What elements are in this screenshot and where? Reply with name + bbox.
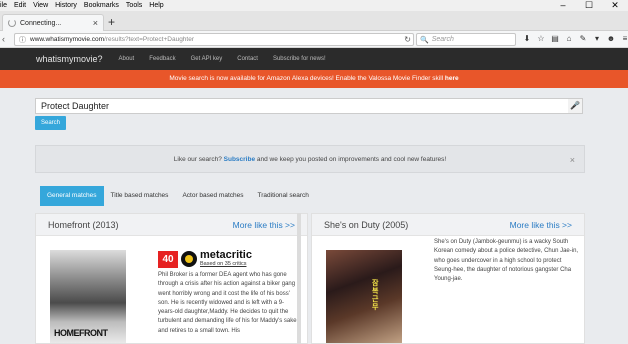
search-placeholder: Search [431,36,454,43]
site-info-icon[interactable]: ⓘ [19,35,26,45]
account-icon[interactable]: ☻ [604,34,618,43]
metascore-badge: 40 [158,250,178,268]
metacritic-logo-icon [181,251,197,267]
site-header: whatismymovie? About Feedback Get API ke… [0,48,628,70]
critics-count-link[interactable]: Based on 35 critics [200,261,252,268]
alexa-alert-banner: Movie search is now available for Amazon… [0,70,628,88]
result-header: Homefront (2013) More like this >> [36,214,307,236]
toolbar-icons: ⬇ ☆ ▤ ⌂ ✎ ▾ ☻ ≡ [520,34,628,43]
nav-get-api-key[interactable]: Get API key [191,56,223,62]
menu-history[interactable]: History [55,2,77,9]
nav-contact[interactable]: Contact [237,56,258,62]
plot-summary: She's on Duty (Jambok-geunmu) is a wacky… [434,239,579,283]
chevron-down-icon[interactable]: ▾ [590,34,604,43]
subscribe-link[interactable]: Subscribe [224,156,255,163]
nav-subscribe[interactable]: Subscribe for news! [273,56,326,62]
alert-link[interactable]: here [445,75,459,82]
search-icon: 🔍 [420,36,429,44]
menu-bar: ile Edit View History Bookmarks Tools He… [0,0,628,11]
maximize-button[interactable]: ☐ [576,0,602,11]
search-button[interactable]: Search [35,116,66,130]
browser-search-input[interactable]: 🔍 Search [416,33,516,46]
result-title[interactable]: Homefront (2013) [48,220,119,230]
tab-title: Connecting... [20,19,62,27]
tab-traditional-search[interactable]: Traditional search [251,186,316,206]
nav-about[interactable]: About [119,56,135,62]
navigation-bar: ‹ ⓘ www.whatismymovie.com /results?text=… [0,31,628,48]
poster-title: HOMEFRONT [54,328,108,338]
back-icon[interactable]: ‹ [2,34,5,44]
result-card: She's on Duty (2005) More like this >> 잠… [311,213,585,344]
nav-feedback[interactable]: Feedback [149,56,175,62]
match-tabs: General matches Title based matches Acto… [35,186,585,206]
result-title[interactable]: She's on Duty (2005) [324,220,408,230]
divider [297,213,301,344]
url-path: /results?text=Protect+Daughter [104,36,195,43]
menu-help[interactable]: Help [149,2,163,9]
subscribe-text-before: Like our search? [173,156,224,163]
metacritic-text: metacritic Based on 35 critics [200,250,252,268]
tab-bar: Connecting... × + [0,11,628,31]
metacritic-name: metacritic [200,249,252,261]
url-bar[interactable]: ⓘ www.whatismymovie.com /results?text=Pr… [14,33,414,46]
more-like-this-link[interactable]: More like this >> [233,220,295,230]
library-icon[interactable]: ▤ [548,34,562,43]
result-card: Homefront (2013) More like this >> HOMEF… [35,213,308,344]
subscribe-box: Like our search? Subscribe and we keep y… [35,145,585,173]
plot-summary: Phil Broker is a former DEA agent who ha… [158,272,297,334]
tab-general-matches[interactable]: General matches [40,186,104,206]
home-icon[interactable]: ⌂ [562,34,576,43]
reload-icon[interactable]: ↻ [404,35,411,44]
metacritic-rating: 40 metacritic Based on 35 critics [158,250,252,268]
new-tab-button[interactable]: + [108,15,115,29]
microphone-icon[interactable]: 🎤 [568,99,582,113]
pen-icon[interactable]: ✎ [576,34,590,43]
result-header: She's on Duty (2005) More like this >> [312,214,584,236]
tab-close-icon[interactable]: × [93,18,98,28]
window-controls: – ☐ ✕ [550,0,628,11]
menu-edit[interactable]: Edit [14,2,26,9]
site-logo[interactable]: whatismymovie? [36,54,103,64]
close-window-button[interactable]: ✕ [602,0,628,11]
movie-search-input[interactable]: Protect Daughter [35,98,583,114]
close-icon[interactable]: × [570,146,575,174]
url-host: www.whatismymovie.com [30,36,105,43]
tab-actor-based-matches[interactable]: Actor based matches [175,186,250,206]
download-icon[interactable]: ⬇ [520,34,534,43]
browser-tab[interactable]: Connecting... × [2,14,104,31]
poster-title: 잠복근무 [372,280,379,311]
more-like-this-link[interactable]: More like this >> [510,220,572,230]
movie-poster[interactable]: HOMEFRONT [50,250,126,343]
alert-text: Movie search is now available for Amazon… [169,75,445,82]
loading-spinner-icon [8,19,16,27]
menu-icon[interactable]: ≡ [618,34,628,43]
menu-tools[interactable]: Tools [126,2,142,9]
menu-bookmarks[interactable]: Bookmarks [84,2,119,9]
menu-file[interactable]: ile [0,2,7,9]
minimize-button[interactable]: – [550,0,576,11]
bookmark-star-icon[interactable]: ☆ [534,34,548,43]
movie-poster[interactable]: 잠복근무 [326,250,402,343]
subscribe-text-after: and we keep you posted on improvements a… [255,156,447,163]
menu-view[interactable]: View [33,2,48,9]
tab-title-based-matches[interactable]: Title based matches [104,186,176,206]
